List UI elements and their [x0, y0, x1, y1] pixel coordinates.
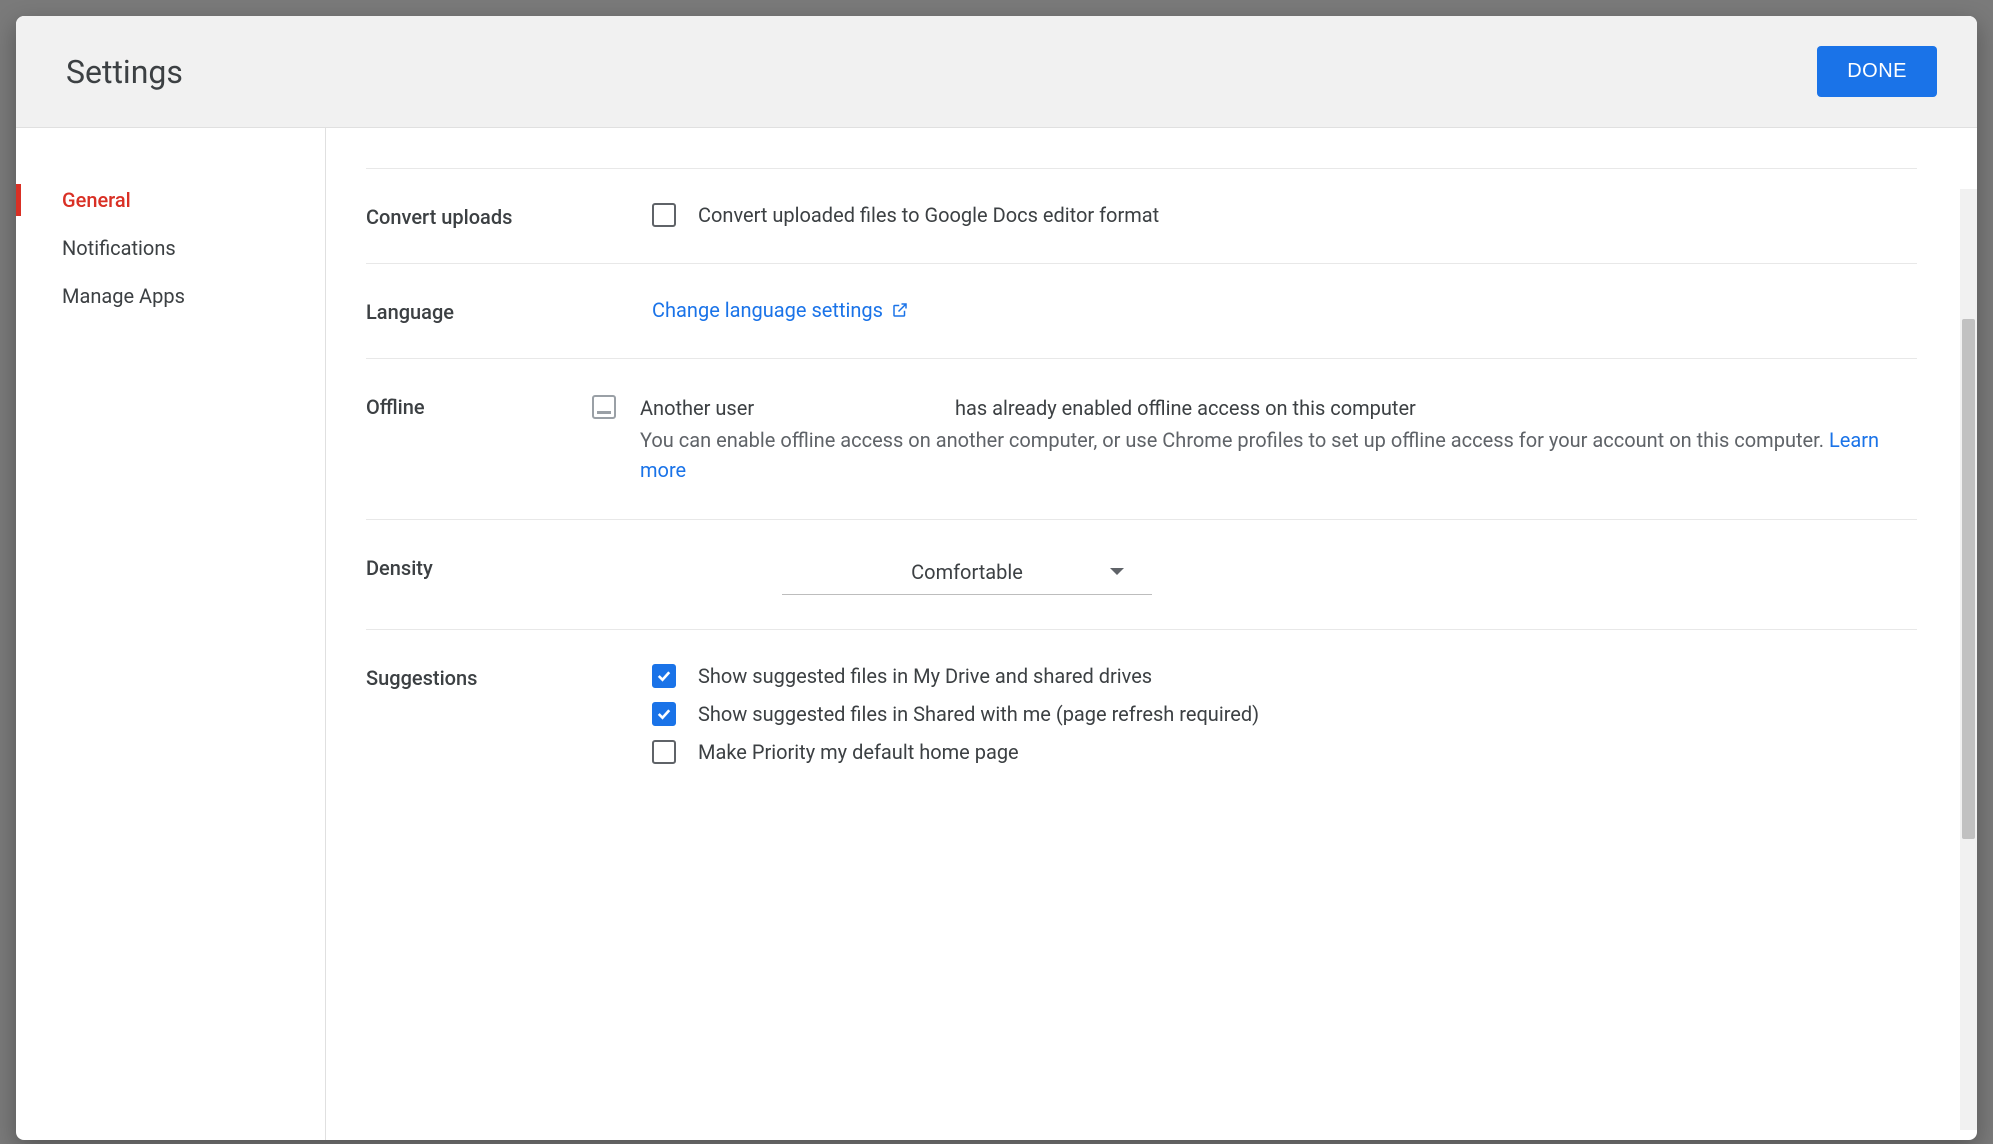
section-label: Offline [366, 393, 592, 485]
section-label: Suggestions [366, 664, 652, 764]
offline-user-prefix: Another user [640, 393, 950, 423]
suggestion-row-0: Show suggested files in My Drive and sha… [652, 664, 1917, 688]
link-text: Change language settings [652, 298, 883, 322]
suggestion-checkbox-2[interactable] [652, 740, 676, 764]
section-offline: Offline Another user has already enabled… [366, 358, 1917, 519]
convert-uploads-checkbox[interactable] [652, 203, 676, 227]
convert-uploads-label: Convert uploaded files to Google Docs ed… [698, 203, 1159, 227]
sidebar-item-label: Notifications [62, 236, 176, 260]
section-body: Show suggested files in My Drive and sha… [652, 664, 1917, 764]
section-suggestions: Suggestions Show suggested files in My D… [366, 629, 1917, 798]
section-label: Convert uploads [366, 203, 652, 229]
section-body: Convert uploaded files to Google Docs ed… [652, 203, 1917, 229]
offline-text: Another user has already enabled offline… [640, 393, 1917, 485]
section-body: Change language settings [652, 298, 1917, 324]
check-icon [655, 705, 673, 723]
done-button[interactable]: DONE [1817, 46, 1937, 97]
offline-secondary-text: You can enable offline access on another… [640, 425, 1917, 485]
suggestion-label-0: Show suggested files in My Drive and sha… [698, 664, 1152, 688]
density-value: Comfortable [911, 560, 1023, 584]
modal-body: General Notifications Manage Apps Conver… [16, 128, 1977, 1140]
offline-checkbox [592, 395, 616, 419]
suggestion-row-2: Make Priority my default home page [652, 740, 1917, 764]
offline-secondary-msg: You can enable offline access on another… [640, 428, 1824, 452]
check-icon [655, 667, 673, 685]
density-select[interactable]: Comfortable [782, 554, 1152, 595]
offline-suffix: has already enabled offline access on th… [955, 396, 1416, 420]
section-label: Language [366, 298, 652, 324]
open-in-new-icon [891, 301, 909, 319]
section-convert-uploads: Convert uploads Convert uploaded files t… [366, 168, 1917, 263]
suggestion-label-2: Make Priority my default home page [698, 740, 1019, 764]
offline-primary-text: Another user has already enabled offline… [640, 393, 1917, 423]
content-scrollbar[interactable] [1960, 189, 1977, 1130]
scrollbar-thumb[interactable] [1962, 319, 1975, 839]
sidebar-item-label: General [62, 188, 131, 212]
settings-content[interactable]: Convert uploads Convert uploaded files t… [326, 128, 1977, 1140]
section-body: Comfortable [652, 554, 1917, 595]
section-density: Density Comfortable [366, 519, 1917, 629]
section-language: Language Change language settings [366, 263, 1917, 358]
sidebar-item-notifications[interactable]: Notifications [16, 224, 325, 272]
suggestion-row-1: Show suggested files in Shared with me (… [652, 702, 1917, 726]
change-language-link[interactable]: Change language settings [652, 298, 1917, 322]
settings-modal: Settings DONE General Notifications Mana… [16, 16, 1977, 1140]
section-label: Density [366, 554, 652, 595]
section-body: Another user has already enabled offline… [592, 393, 1917, 485]
sidebar-item-general[interactable]: General [16, 176, 325, 224]
sidebar-item-manage-apps[interactable]: Manage Apps [16, 272, 325, 320]
settings-sidebar: General Notifications Manage Apps [16, 128, 326, 1140]
caret-down-icon [1110, 568, 1124, 575]
sidebar-item-label: Manage Apps [62, 284, 185, 308]
suggestion-checkbox-1[interactable] [652, 702, 676, 726]
convert-uploads-row: Convert uploaded files to Google Docs ed… [652, 203, 1917, 227]
modal-title: Settings [66, 53, 183, 91]
modal-header: Settings DONE [16, 16, 1977, 128]
suggestion-checkbox-0[interactable] [652, 664, 676, 688]
suggestion-label-1: Show suggested files in Shared with me (… [698, 702, 1259, 726]
